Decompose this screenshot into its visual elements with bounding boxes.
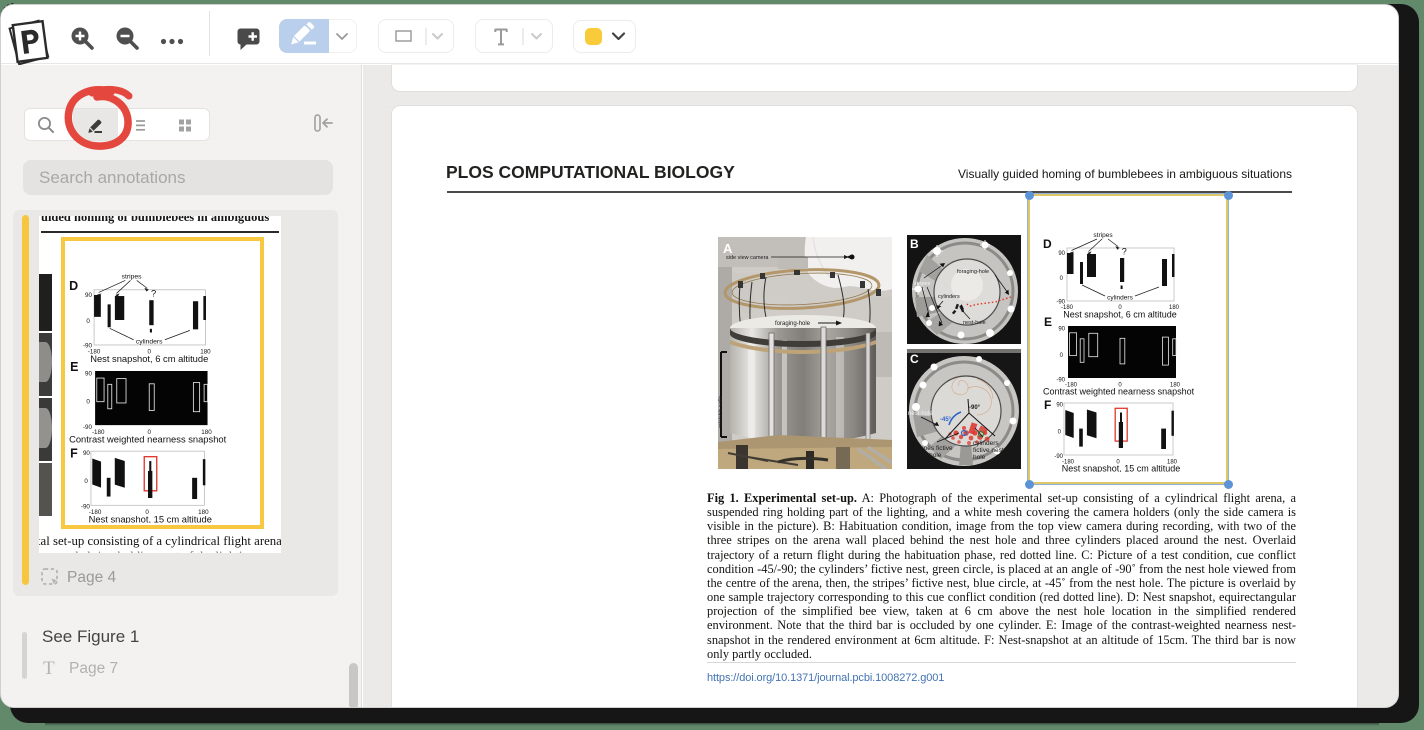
svg-text:stripes fictive: stripes fictive bbox=[915, 445, 953, 452]
svg-text:-45°: -45° bbox=[940, 417, 952, 423]
svg-text:-90°: -90° bbox=[969, 405, 981, 411]
svg-text:foraging-hole: foraging-hole bbox=[957, 269, 989, 275]
svg-text:nest-hole: nest-hole bbox=[963, 320, 986, 326]
svg-text:hole: hole bbox=[973, 454, 986, 461]
svg-text:nest-hole: nest-hole bbox=[908, 411, 933, 417]
svg-text:foraging-hole: foraging-hole bbox=[775, 321, 811, 327]
svg-text:stripes: stripes bbox=[914, 281, 930, 287]
svg-text:B: B bbox=[910, 237, 919, 251]
svg-text:A: A bbox=[723, 241, 733, 256]
svg-text:cylinders: cylinders bbox=[973, 440, 999, 447]
svg-text:nest hole: nest hole bbox=[915, 452, 942, 459]
svg-text:side view camera: side view camera bbox=[726, 255, 769, 261]
svg-text:rotatable walls: rotatable walls bbox=[718, 396, 724, 428]
svg-text:cylinders: cylinders bbox=[938, 294, 960, 300]
svg-text:C: C bbox=[910, 352, 919, 366]
svg-text:fictive nest: fictive nest bbox=[973, 447, 1004, 454]
